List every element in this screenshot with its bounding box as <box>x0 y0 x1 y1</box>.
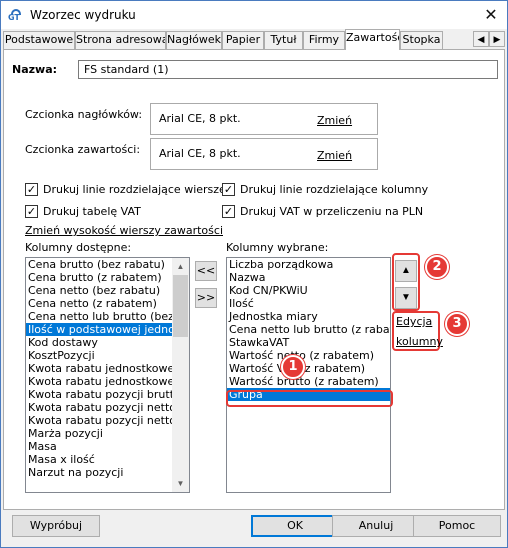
list-item[interactable]: Kwota rabatu pozycji brutto <box>26 388 189 401</box>
tab-scroll: ◀ ▶ <box>473 31 505 47</box>
row-height-link[interactable]: Zmień wysokość wierszy zawartości <box>25 224 223 237</box>
close-icon[interactable]: ✕ <box>481 5 501 25</box>
vat-table-checkbox[interactable]: ✓ Drukuj tabelę VAT <box>25 205 141 218</box>
list-item[interactable]: Cena netto (bez rabatu) <box>26 284 189 297</box>
list-item[interactable]: Cena netto lub brutto (z rabatem) <box>227 323 390 336</box>
list-item[interactable]: Kwota rabatu jednostkowego <box>26 362 189 375</box>
content-font-change-link[interactable]: Zmień <box>317 149 352 162</box>
help-button[interactable]: Pomoc <box>413 515 501 537</box>
edit-column-link-line1[interactable]: Edycja <box>396 315 432 328</box>
list-item[interactable]: Narzut na pozycji <box>26 466 189 479</box>
tab-1[interactable]: Strona adresowa <box>75 31 166 49</box>
row-lines-label: Drukuj linie rozdzielające wiersze <box>43 183 226 196</box>
list-item[interactable]: Kod CN/PKWiU <box>227 284 390 297</box>
checkbox-check-icon: ✓ <box>222 183 235 196</box>
tab-0[interactable]: Podstawowe <box>3 31 75 49</box>
chosen-columns-list[interactable]: Liczba porządkowa Nazwa Kod CN/PKWiU Ilość J… <box>226 257 391 493</box>
tab-2[interactable]: Nagłówek <box>166 31 222 49</box>
list-item[interactable]: Masa x ilość <box>26 453 189 466</box>
content-font-label: Czcionka zawartości: <box>25 143 141 156</box>
tab-5[interactable]: Firmy <box>303 31 345 49</box>
list-item[interactable]: KosztPozycji <box>26 349 189 362</box>
content-font-box: Arial CE, 8 pkt. Zmień <box>150 138 378 170</box>
print-template-dialog: GT Wzorzec wydruku ✕ ◀ ▶ Podstawowe Stron… <box>0 0 508 548</box>
list-item[interactable]: Wartość netto (z rabatem) <box>227 349 390 362</box>
list-item[interactable]: Wartość VAT (z rabatem) <box>227 362 390 375</box>
header-font-box: Arial CE, 8 pkt. Zmień <box>150 103 378 135</box>
list-item[interactable]: Jednostka miary <box>227 310 390 323</box>
list-item[interactable]: Cena netto lub brutto (bez rab <box>26 310 189 323</box>
app-icon: GT <box>8 9 22 22</box>
vat-pln-checkbox[interactable]: ✓ Drukuj VAT w przeliczeniu na PLN <box>222 205 423 218</box>
list-item[interactable]: Liczba porządkowa <box>227 258 390 271</box>
tab-scroll-right-icon[interactable]: ▶ <box>489 31 505 47</box>
vat-pln-label: Drukuj VAT w przeliczeniu na PLN <box>240 205 424 218</box>
list-item[interactable]: Kwota rabatu pozycji netto <box>26 401 189 414</box>
list-item[interactable]: Masa <box>26 440 189 453</box>
preview-button[interactable]: Wypróbuj <box>12 515 100 537</box>
edit-column-link-line2[interactable]: kolumny <box>396 335 443 348</box>
move-down-button[interactable]: ▼ <box>395 287 417 309</box>
grupa-highlight <box>226 390 393 407</box>
list-item[interactable]: Kwota rabatu jednostkowego <box>26 375 189 388</box>
checkbox-check-icon: ✓ <box>25 205 38 218</box>
checkbox-check-icon: ✓ <box>222 205 235 218</box>
annotation-badge-3: 3 <box>445 312 469 336</box>
header-font-value: Arial CE, 8 pkt. <box>159 112 241 125</box>
checkbox-check-icon: ✓ <box>25 183 38 196</box>
annotation-badge-2: 2 <box>425 255 449 279</box>
tab-3[interactable]: Papier <box>222 31 264 49</box>
list-item[interactable]: Ilość <box>227 297 390 310</box>
scroll-up-icon[interactable]: ▲ <box>172 258 189 275</box>
add-column-button[interactable]: << <box>195 261 217 281</box>
col-lines-checkbox[interactable]: ✓ Drukuj linie rozdzielające kolumny <box>222 183 428 196</box>
tab-scroll-left-icon[interactable]: ◀ <box>473 31 489 47</box>
ok-button[interactable]: OK <box>251 515 339 537</box>
list-item[interactable]: Cena brutto (bez rabatu) <box>26 258 189 271</box>
tab-4[interactable]: Tytuł <box>264 31 303 49</box>
col-lines-label: Drukuj linie rozdzielające kolumny <box>240 183 429 196</box>
list-item[interactable]: Ilość w podstawowej jednostce <box>26 323 189 336</box>
remove-column-button[interactable]: >> <box>195 288 217 308</box>
list-item[interactable]: Wartość brutto (z rabatem) <box>227 375 390 388</box>
header-font-change-link[interactable]: Zmień <box>317 114 352 127</box>
move-up-button[interactable]: ▲ <box>395 260 417 282</box>
title-bar: GT Wzorzec wydruku ✕ <box>1 1 507 29</box>
header-font-label: Czcionka nagłówków: <box>25 108 143 121</box>
name-label: Nazwa: <box>12 63 58 76</box>
annotation-badge-1: 1 <box>281 355 305 379</box>
scroll-down-icon[interactable]: ▼ <box>172 475 189 492</box>
list-item[interactable]: Kod dostawy <box>26 336 189 349</box>
list-item[interactable]: Cena brutto (z rabatem) <box>26 271 189 284</box>
tab-7[interactable]: Stopka <box>400 31 443 49</box>
chosen-columns-label: Kolumny wybrane: <box>226 241 329 254</box>
tab-6[interactable]: Zawartość <box>345 29 400 50</box>
list-item[interactable]: Nazwa <box>227 271 390 284</box>
list-item[interactable]: Cena netto (z rabatem) <box>26 297 189 310</box>
list-item[interactable]: StawkaVAT <box>227 336 390 349</box>
name-field[interactable]: FS standard (1) <box>78 60 498 79</box>
scroll-thumb[interactable] <box>173 275 188 337</box>
list-item[interactable]: Kwota rabatu pozycji netto lu <box>26 414 189 427</box>
row-lines-checkbox[interactable]: ✓ Drukuj linie rozdzielające wiersze <box>25 183 226 196</box>
tab-content-zawartosc: Nazwa: FS standard (1) Czcionka nagłówkó… <box>3 49 505 510</box>
window-title: Wzorzec wydruku <box>30 8 136 22</box>
available-list-scrollbar[interactable]: ▲ ▼ <box>172 258 189 492</box>
available-columns-list[interactable]: Cena brutto (bez rabatu) Cena brutto (z r… <box>25 257 190 493</box>
list-item[interactable]: Marża pozycji <box>26 427 189 440</box>
vat-table-label: Drukuj tabelę VAT <box>43 205 141 218</box>
available-columns-label: Kolumny dostępne: <box>25 241 132 254</box>
tab-bar: ◀ ▶ Podstawowe Strona adresowa Nagłówek Pap… <box>3 29 507 50</box>
cancel-button[interactable]: Anuluj <box>332 515 420 537</box>
content-font-value: Arial CE, 8 pkt. <box>159 147 241 160</box>
